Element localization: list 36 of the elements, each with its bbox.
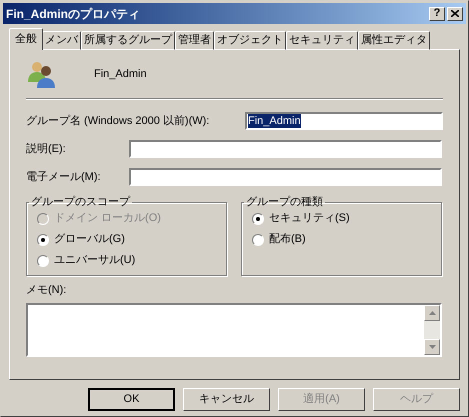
scroll-down-icon[interactable]	[428, 344, 436, 348]
tab[interactable]: 管理者	[175, 31, 214, 50]
tab[interactable]: オブジェクト	[214, 31, 286, 50]
group-title: グループのスコープ	[30, 194, 132, 210]
radio-button[interactable]	[37, 254, 49, 266]
group-title: グループの種類	[245, 194, 324, 210]
scrollbar[interactable]	[424, 304, 440, 354]
radio-option[interactable]: グローバル(G)	[37, 232, 216, 248]
field-label: グループ名 (Windows 2000 以前)(W):	[26, 114, 210, 129]
radio-option[interactable]: ユニバーサル(U)	[37, 252, 216, 268]
tab[interactable]: 属性エディタ	[358, 31, 430, 50]
radio-button[interactable]	[37, 234, 49, 246]
radio-option[interactable]: セキュリティ(S)	[252, 210, 431, 226]
field-label: 電子メール(M):	[26, 170, 102, 185]
tab[interactable]: セキュリティ	[286, 31, 358, 50]
radio-option[interactable]: 配布(B)	[252, 232, 431, 248]
field-value: Fin_Admin	[248, 114, 301, 128]
notes-field[interactable]	[26, 302, 442, 356]
scroll-up-icon[interactable]	[428, 310, 436, 314]
close-icon	[451, 10, 459, 17]
tab[interactable]: メンバ	[42, 31, 81, 50]
notes-label: メモ(N):	[26, 283, 68, 298]
window-title: Fin_Adminのプロパティ	[6, 6, 140, 22]
radio-button[interactable]	[252, 212, 264, 224]
dialog-button[interactable]: OK	[88, 388, 175, 411]
help-button[interactable]: ?	[429, 6, 445, 20]
radio-button[interactable]	[252, 234, 264, 246]
tab[interactable]: 所属するグループ	[81, 31, 175, 50]
close-button[interactable]	[447, 6, 463, 20]
dialog-button[interactable]: キャンセル	[183, 388, 270, 411]
tab[interactable]: 全般	[9, 28, 43, 50]
input-field[interactable]	[129, 168, 442, 186]
input-field[interactable]: Fin_Admin	[245, 112, 443, 130]
field-label: 説明(E):	[26, 142, 67, 157]
input-field[interactable]	[129, 140, 442, 158]
object-name: Fin_Admin	[94, 66, 147, 82]
